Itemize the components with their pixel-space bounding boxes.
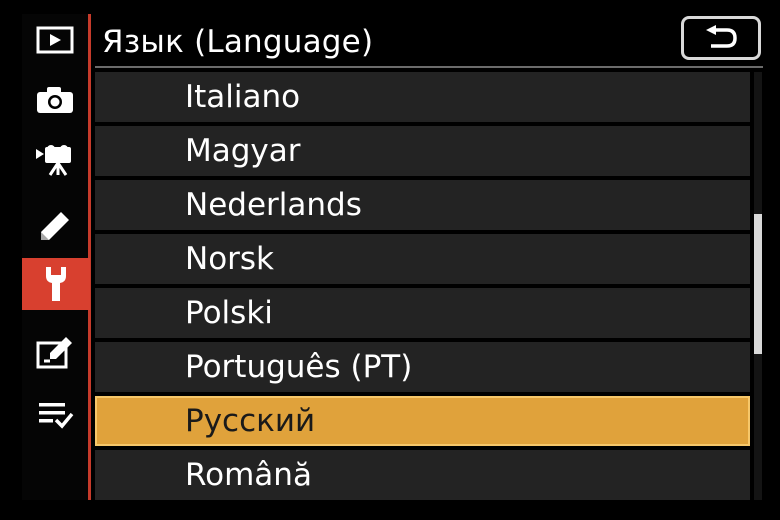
- language-list: Italiano Magyar Nederlands Norsk Polski …: [95, 72, 750, 504]
- pencil-icon: [41, 212, 69, 240]
- header-divider: [95, 66, 763, 68]
- playback-icon: [36, 26, 74, 54]
- list-item[interactable]: Polski: [95, 288, 750, 338]
- wrench-icon: [46, 267, 66, 301]
- list-item-label: Norsk: [185, 241, 275, 277]
- page-title: Язык (Language): [102, 24, 374, 60]
- list-item-selected[interactable]: Русский: [95, 396, 750, 446]
- sidebar-divider: [88, 14, 91, 500]
- camera-icon: [37, 87, 73, 113]
- return-arrow-icon: [706, 25, 737, 48]
- list-item-label: Nederlands: [185, 187, 362, 223]
- sidebar-item-movie-shooting[interactable]: [22, 134, 88, 186]
- list-item-label: Italiano: [185, 79, 301, 115]
- list-item[interactable]: Magyar: [95, 126, 750, 176]
- list-item[interactable]: Norsk: [95, 234, 750, 284]
- sidebar-item-setup[interactable]: [22, 258, 90, 310]
- list-item[interactable]: Română: [95, 450, 750, 500]
- list-item[interactable]: Nederlands: [95, 180, 750, 230]
- list-item-label: Magyar: [185, 133, 301, 169]
- camera-menu-screen: Язык (Language) Italiano Magyar Nederlan…: [0, 0, 780, 520]
- list-item-label: Português (PT): [185, 349, 413, 385]
- movie-camera-icon: [36, 145, 71, 176]
- sidebar-item-retouch[interactable]: [22, 326, 88, 378]
- back-button[interactable]: [681, 16, 761, 60]
- sidebar-item-playback[interactable]: [22, 14, 88, 66]
- sidebar-item-custom-settings[interactable]: [22, 200, 88, 252]
- sidebar-item-my-menu[interactable]: [22, 388, 88, 440]
- list-item-label: Polski: [185, 295, 273, 331]
- retouch-icon: [36, 337, 72, 369]
- my-menu-icon: [39, 403, 74, 429]
- list-item-label: Русский: [185, 403, 316, 439]
- list-item[interactable]: Italiano: [95, 72, 750, 122]
- scrollbar-thumb[interactable]: [754, 214, 762, 354]
- list-item-label: Română: [185, 457, 312, 493]
- list-item[interactable]: Português (PT): [95, 342, 750, 392]
- sidebar-item-photo-shooting[interactable]: [22, 74, 88, 126]
